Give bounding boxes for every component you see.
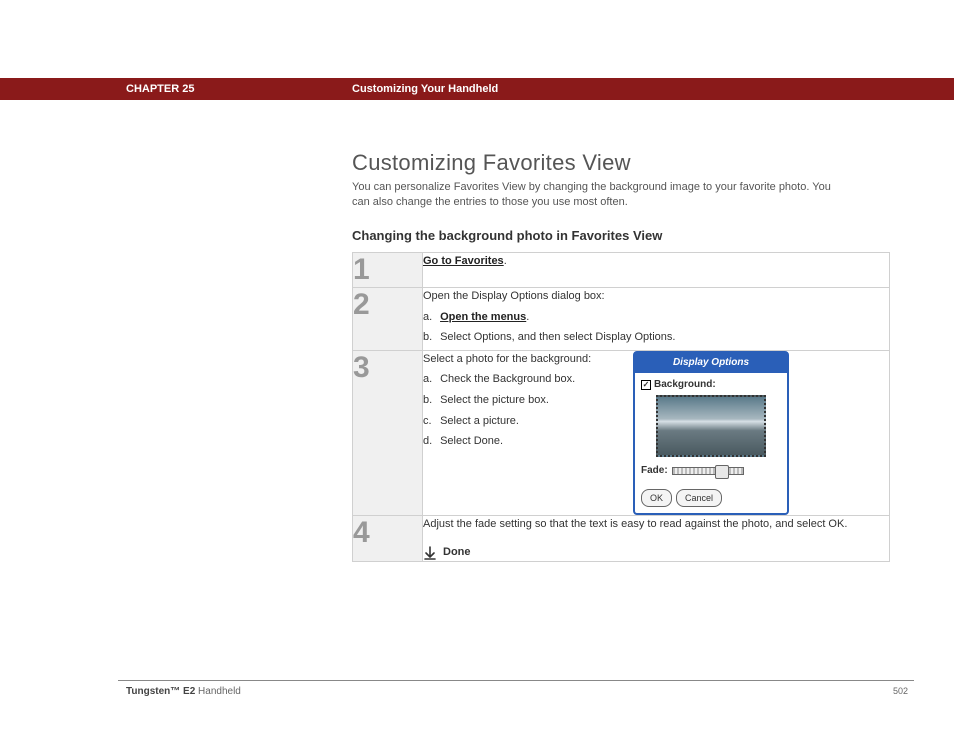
- step4-text: Adjust the fade setting so that the text…: [423, 516, 889, 534]
- step-content-2: Open the Display Options dialog box: a. …: [423, 288, 890, 351]
- footer-rule: [118, 680, 914, 681]
- subsection-title: Changing the background photo in Favorit…: [352, 228, 662, 243]
- step-content-3: Select a photo for the background: a. Ch…: [423, 350, 890, 515]
- background-label: Background:: [654, 377, 716, 393]
- page-number: 502: [893, 686, 908, 696]
- step-content-4: Adjust the fade setting so that the text…: [423, 516, 890, 562]
- step3-lead: Select a photo for the background:: [423, 351, 613, 369]
- footer-product-rest: Handheld: [195, 686, 241, 697]
- dialog-body: ✓ Background: Fade:: [635, 373, 787, 489]
- step3-b-text: Select the picture box.: [440, 394, 549, 406]
- chapter-label: CHAPTER 25: [126, 83, 352, 95]
- dialog-buttons: OK Cancel: [635, 489, 787, 513]
- fade-slider[interactable]: [672, 467, 744, 475]
- open-the-menus-link[interactable]: Open the menus: [440, 311, 526, 323]
- footer-product-bold: Tungsten™ E2: [126, 686, 195, 697]
- step-row-2: 2 Open the Display Options dialog box: a…: [353, 288, 890, 351]
- step2-lead: Open the Display Options dialog box:: [423, 288, 889, 306]
- step-content-1: Go to Favorites.: [423, 253, 890, 288]
- done-label: Done: [443, 544, 471, 562]
- step3-c: c. Select a picture.: [423, 413, 613, 431]
- step3-d-label: d.: [423, 433, 437, 451]
- cancel-button[interactable]: Cancel: [676, 489, 722, 507]
- step3-b: b. Select the picture box.: [423, 392, 613, 410]
- background-checkbox[interactable]: ✓: [641, 380, 651, 390]
- chapter-banner-inner: CHAPTER 25 Customizing Your Handheld: [126, 78, 914, 100]
- step2-a: a. Open the menus.: [423, 309, 889, 327]
- step2-b-text: Select Options, and then select Display …: [440, 331, 675, 343]
- done-arrow-icon: [423, 546, 437, 560]
- background-thumbnail[interactable]: [656, 395, 766, 457]
- step3-d: d. Select Done.: [423, 433, 613, 451]
- page-title: Customizing Favorites View: [352, 150, 631, 176]
- steps-table: 1 Go to Favorites. 2 Open the Display Op…: [352, 252, 890, 562]
- step2-b: b. Select Options, and then select Displ…: [423, 329, 889, 347]
- check-icon: ✓: [643, 381, 650, 389]
- display-options-dialog: Display Options ✓ Background: Fade:: [633, 351, 789, 515]
- step3-b-label: b.: [423, 392, 437, 410]
- step2-a-period: .: [526, 311, 529, 323]
- fade-label: Fade:: [641, 463, 668, 479]
- step3-c-text: Select a picture.: [440, 415, 519, 427]
- step-number-3: 3: [353, 350, 423, 515]
- fade-slider-thumb[interactable]: [715, 465, 729, 479]
- step-row-1: 1 Go to Favorites.: [353, 253, 890, 288]
- go-to-favorites-link[interactable]: Go to Favorites: [423, 255, 504, 267]
- chapter-title: Customizing Your Handheld: [352, 83, 498, 95]
- step3-c-label: c.: [423, 413, 437, 431]
- step3-a-text: Check the Background box.: [440, 373, 575, 385]
- background-row: ✓ Background:: [641, 377, 781, 393]
- step-row-3: 3 Select a photo for the background: a. …: [353, 350, 890, 515]
- step-row-4: 4 Adjust the fade setting so that the te…: [353, 516, 890, 562]
- step2-a-label: a.: [423, 309, 437, 327]
- step-number-2: 2: [353, 288, 423, 351]
- step-1-period: .: [504, 255, 507, 267]
- footer-product: Tungsten™ E2 Handheld: [126, 686, 241, 697]
- step-number-1: 1: [353, 253, 423, 288]
- step3-a-label: a.: [423, 371, 437, 389]
- step3-d-text: Select Done.: [440, 435, 503, 447]
- dialog-title: Display Options: [635, 353, 787, 373]
- ok-button[interactable]: OK: [641, 489, 672, 507]
- chapter-banner: CHAPTER 25 Customizing Your Handheld: [0, 78, 954, 100]
- intro-paragraph: You can personalize Favorites View by ch…: [352, 180, 842, 211]
- step3-a: a. Check the Background box.: [423, 371, 613, 389]
- step2-b-label: b.: [423, 329, 437, 347]
- done-row: Done: [423, 544, 889, 562]
- fade-row: Fade:: [641, 463, 781, 479]
- step-number-4: 4: [353, 516, 423, 562]
